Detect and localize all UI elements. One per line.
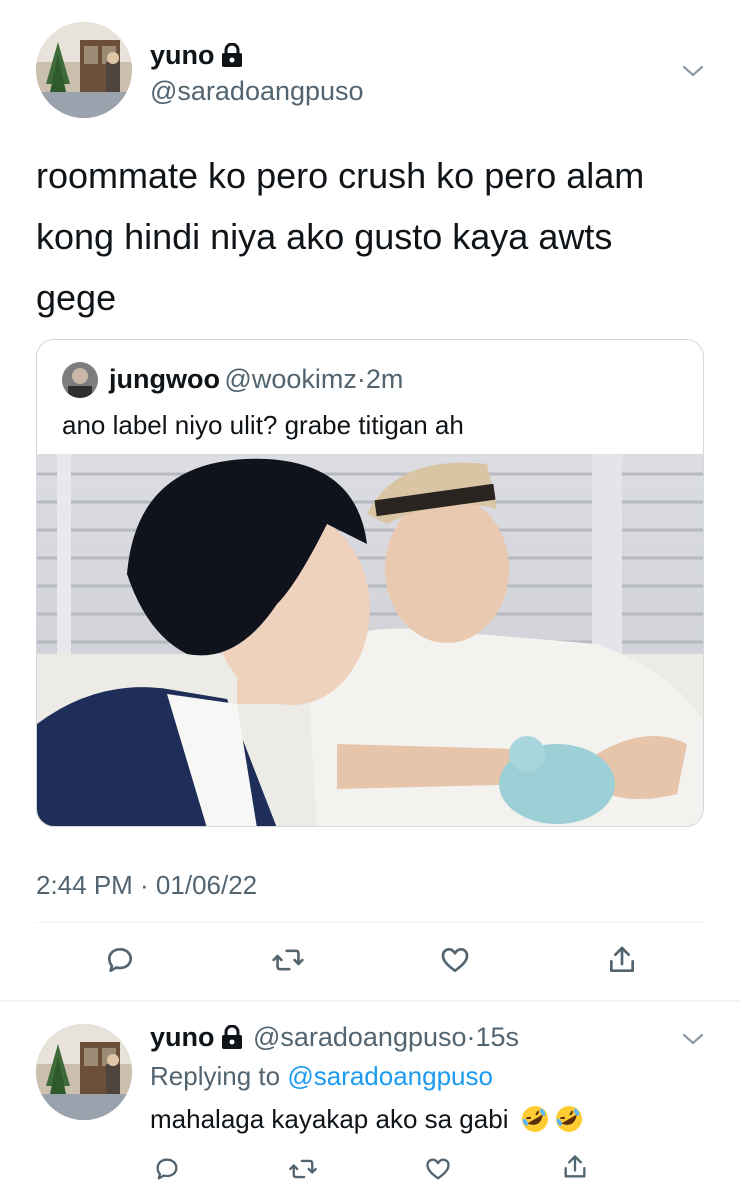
tweet-timestamp[interactable]: 2:44 PM · 01/06/22 xyxy=(36,870,257,901)
author-name[interactable]: yuno xyxy=(150,40,215,70)
retweet-button[interactable] xyxy=(268,940,308,980)
chevron-down-icon[interactable] xyxy=(680,58,706,84)
quoted-author-name: jungwoo xyxy=(109,364,220,394)
tweet-text: roommate ko pero crush ko pero alam kong… xyxy=(36,145,716,328)
section-divider xyxy=(0,1000,740,1002)
like-icon xyxy=(426,1158,450,1180)
reply-author-name[interactable]: yuno xyxy=(150,1022,215,1052)
reply-text: mahalaga kayakap ako sa gabi xyxy=(150,1104,584,1135)
like-button[interactable] xyxy=(435,940,475,980)
meta-separator: · xyxy=(466,1022,476,1052)
tweet-text-line: kong hindi niya ako gusto kaya awts xyxy=(36,216,613,257)
reply-author-avatar[interactable] xyxy=(36,1024,132,1120)
lock-icon xyxy=(221,1024,243,1054)
quoted-media-image[interactable] xyxy=(37,454,703,826)
avatar-photo xyxy=(36,1024,132,1120)
quoted-author-avatar xyxy=(62,362,98,398)
tweet-text-line: gege xyxy=(36,277,117,318)
rolling-on-floor-laughing-emoji xyxy=(520,1104,550,1134)
retweet-icon xyxy=(289,1159,317,1179)
share-button[interactable] xyxy=(602,940,642,980)
reply-author-handle[interactable]: @saradoangpuso xyxy=(253,1022,467,1052)
replying-to-mention[interactable]: @saradoangpuso xyxy=(287,1061,493,1091)
reply-icon xyxy=(156,1158,178,1180)
reply-like-button[interactable] xyxy=(421,1152,455,1186)
chevron-down-icon[interactable] xyxy=(680,1026,706,1052)
replying-to: Replying to @saradoangpuso xyxy=(150,1061,493,1092)
lock-icon xyxy=(221,42,243,72)
meta-separator: · xyxy=(356,364,366,394)
quoted-tweet-text: ano label niyo ulit? grabe titigan ah xyxy=(62,410,464,440)
replying-to-label: Replying to xyxy=(150,1061,288,1091)
avatar-photo xyxy=(36,22,132,118)
share-icon xyxy=(564,1155,586,1178)
quoted-author-handle: @wookimz xyxy=(224,364,357,394)
reply-share-button[interactable] xyxy=(558,1150,592,1184)
reply-reply-button[interactable] xyxy=(150,1152,184,1186)
author-avatar[interactable] xyxy=(36,22,132,118)
quoted-tweet-card[interactable]: jungwoo @wookimz·2m ano label niyo ulit?… xyxy=(36,339,704,827)
reply-button[interactable] xyxy=(100,940,140,980)
reply-retweet-button[interactable] xyxy=(286,1152,320,1186)
quoted-time: 2m xyxy=(365,364,404,394)
rolling-on-floor-laughing-emoji xyxy=(554,1104,584,1134)
like-icon xyxy=(441,948,469,972)
reply-time[interactable]: 15s xyxy=(476,1022,520,1052)
tweet-text-line: roommate ko pero crush ko pero alam xyxy=(36,155,645,196)
author-handle[interactable]: @saradoangpuso xyxy=(150,76,364,107)
reply-icon xyxy=(108,948,132,972)
divider xyxy=(36,922,704,923)
retweet-icon xyxy=(272,949,304,971)
share-icon xyxy=(610,946,634,972)
reply-text-content: mahalaga kayakap ako sa gabi xyxy=(150,1104,509,1134)
